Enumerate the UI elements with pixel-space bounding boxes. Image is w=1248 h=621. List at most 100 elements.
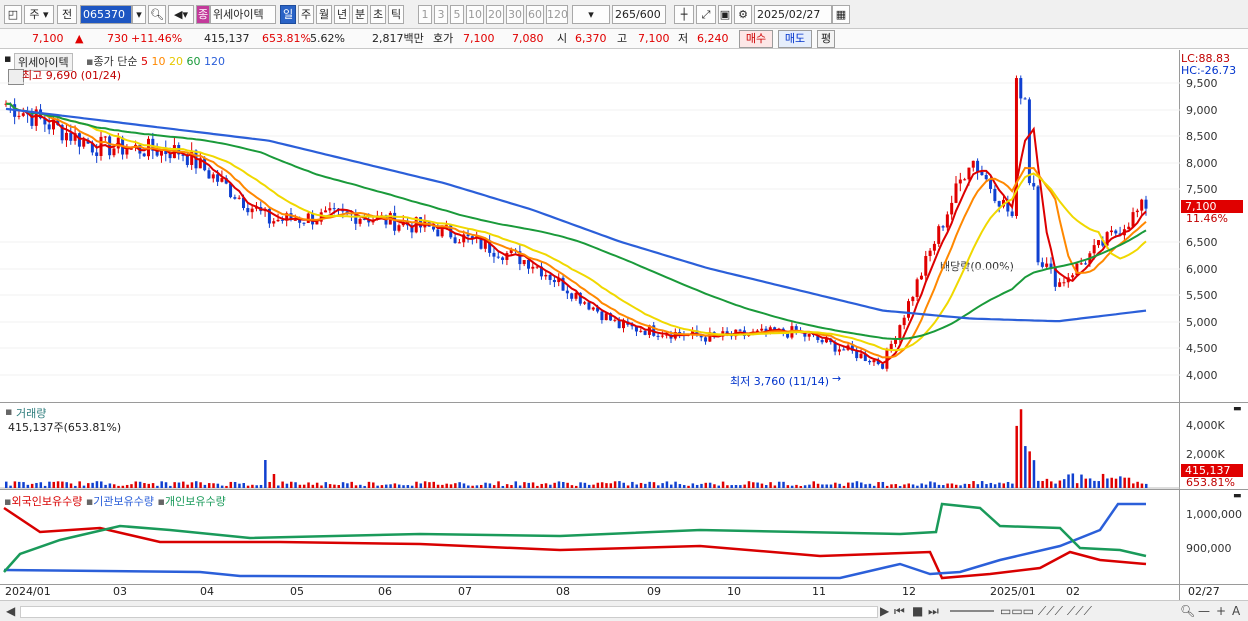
volume-bar	[372, 482, 375, 488]
volume-bar	[419, 483, 423, 488]
volume-bar	[929, 481, 932, 488]
period-button[interactable]: 일	[280, 5, 296, 24]
horizontal-scrollbar[interactable]	[20, 606, 878, 618]
volume-bar	[182, 481, 185, 488]
volume-bar	[730, 485, 733, 488]
volume-bar	[48, 481, 51, 488]
stock-code-input[interactable]: 065370	[80, 5, 132, 24]
x-axis-label: 02/27	[1188, 585, 1220, 598]
price-tick: 9,500	[1186, 77, 1218, 90]
line-tool-icon[interactable]: ⤢	[696, 5, 716, 24]
rewind-icon[interactable]: ⏮	[894, 604, 905, 618]
minus-icon[interactable]: —	[1198, 604, 1210, 618]
volume-bar	[808, 484, 811, 488]
market-select[interactable]: 주 ▾	[24, 5, 54, 24]
count-button[interactable]: 30	[506, 5, 524, 24]
scroll-right-icon[interactable]: ▶	[880, 604, 889, 618]
count-button[interactable]: 3	[434, 5, 448, 24]
volume-bar	[536, 485, 539, 488]
candle-icon[interactable]: ┼	[674, 5, 694, 24]
zoom-slider[interactable]	[950, 610, 994, 612]
candle	[457, 242, 461, 244]
volume-bar	[259, 484, 263, 488]
date-input[interactable]: 2025/02/27	[754, 5, 832, 24]
volume-bar	[69, 483, 73, 488]
count-button[interactable]: 1	[418, 5, 432, 24]
volume-bar	[885, 485, 889, 488]
stop-icon[interactable]: ■	[912, 604, 923, 618]
period-button[interactable]: 초	[370, 5, 386, 24]
speaker-icon[interactable]: ◀▾	[168, 5, 194, 24]
period-button[interactable]: 년	[334, 5, 350, 24]
x-axis-label: 04	[200, 585, 214, 598]
save-icon[interactable]: ▣	[718, 5, 732, 24]
volume-bar	[618, 481, 621, 488]
volume-bar	[458, 482, 461, 488]
x-axis-label: 11	[812, 585, 826, 598]
eval-button[interactable]: 평	[817, 30, 835, 48]
gear-icon[interactable]: ⚙	[734, 5, 752, 24]
tool-icons[interactable]: ▭▭▭ ⟋⟋⟋ ⟋⟋⟋	[1000, 604, 1092, 618]
volume-bar	[1080, 474, 1083, 488]
candle	[587, 302, 591, 310]
volume-bar	[1041, 481, 1044, 488]
sell-button[interactable]: 매도	[778, 30, 812, 48]
count-button[interactable]: 5	[450, 5, 464, 24]
period-button[interactable]: 틱	[388, 5, 404, 24]
price-tick: 9,000	[1186, 104, 1218, 117]
period-button[interactable]: 분	[352, 5, 368, 24]
text-tool-icon[interactable]: A	[1232, 604, 1240, 618]
count-button[interactable]: 10	[466, 5, 484, 24]
volume-bar	[91, 482, 94, 488]
stock-name-field[interactable]: 위세아이텍	[210, 5, 276, 24]
code-dropdown-icon[interactable]: ▾	[132, 5, 146, 24]
window-icon[interactable]: ◰	[4, 5, 22, 24]
period-button[interactable]: 주	[298, 5, 314, 24]
volume-bar	[264, 460, 267, 488]
count-button[interactable]: 20	[486, 5, 504, 24]
volume-bar	[1006, 481, 1010, 488]
volume-bar	[1097, 481, 1100, 488]
holdings-close-icon[interactable]: ▬	[1233, 491, 1242, 501]
volume-bar	[1028, 451, 1031, 488]
volume-bar	[743, 484, 746, 488]
volume-bar	[480, 484, 483, 488]
fast-forward-icon[interactable]: ⏭	[928, 604, 939, 618]
volume-bar	[26, 484, 30, 488]
count-button[interactable]: 60	[526, 5, 544, 24]
plus-icon[interactable]: +	[1216, 604, 1226, 618]
volume-bar	[363, 485, 366, 488]
x-axis-label: 05	[290, 585, 304, 598]
search-icon[interactable]: 🔍︎	[148, 5, 166, 24]
volume-bar	[462, 483, 466, 488]
candle	[237, 197, 241, 199]
volume-bar	[43, 485, 47, 488]
volume-bar	[907, 483, 910, 488]
volume-bar	[527, 482, 530, 488]
count-input[interactable]: 265/600	[612, 5, 666, 24]
candle	[1045, 263, 1049, 267]
x-axis-label: 06	[378, 585, 392, 598]
buy-button[interactable]: 매수	[739, 30, 773, 48]
toolbar: ◰ 주 ▾ 전 065370 ▾ 🔍︎ ◀▾ 종 위세아이텍 일주월년분초틱 1…	[0, 0, 1248, 29]
calendar-icon[interactable]: ▦	[832, 5, 850, 24]
volume-bar	[959, 485, 962, 488]
period-button[interactable]: 월	[316, 5, 332, 24]
volume-bar	[186, 484, 189, 488]
candle	[932, 243, 936, 251]
volume-bar	[277, 485, 280, 488]
volume-bar	[397, 484, 401, 488]
volume-bar	[359, 484, 362, 488]
candle	[574, 292, 578, 299]
volume-bar	[1084, 478, 1088, 488]
count-select[interactable]: ▾	[572, 5, 610, 24]
scroll-left-icon[interactable]: ◀	[6, 604, 15, 618]
candle	[600, 311, 604, 321]
volume-bar	[5, 481, 8, 488]
candle	[276, 219, 280, 222]
prefix-button[interactable]: 전	[57, 5, 77, 24]
count-button[interactable]: 120	[546, 5, 568, 24]
zoom-out-icon[interactable]: 🔍︎	[1180, 604, 1195, 618]
volume-close-icon[interactable]: ▬	[1233, 404, 1242, 414]
volume-bar	[1011, 483, 1014, 488]
